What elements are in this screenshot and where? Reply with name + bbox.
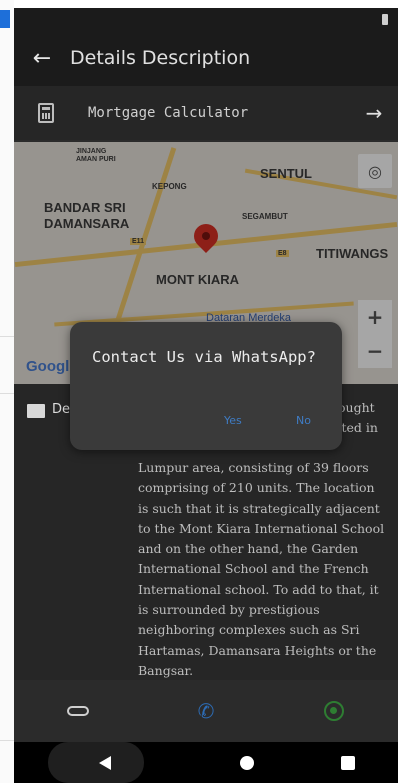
app-bar: ← Details Description [14, 30, 398, 86]
dialog-yes-button[interactable]: Yes [224, 414, 242, 427]
description-label: De [52, 402, 71, 417]
system-navigation-bar [14, 742, 398, 783]
whatsapp-button[interactable] [304, 691, 364, 731]
whatsapp-icon [324, 701, 344, 721]
back-arrow-icon[interactable]: ← [14, 30, 70, 86]
call-button[interactable]: ✆ [176, 691, 236, 731]
divider [0, 740, 14, 741]
phone-screen: ← Details Description Mortgage Calculato… [14, 8, 398, 783]
divider [0, 393, 14, 394]
calculator-icon [38, 103, 54, 123]
mortgage-calculator-label: Mortgage Calculator [88, 105, 249, 121]
whatsapp-confirm-dialog: Contact Us via WhatsApp? Yes No [70, 322, 342, 450]
battery-icon [382, 14, 388, 25]
arrow-right-icon[interactable]: → [350, 101, 398, 125]
nav-recents-icon [340, 755, 355, 770]
divider [0, 336, 14, 337]
nav-recents-button[interactable] [340, 755, 355, 770]
mortgage-calculator-row[interactable]: Mortgage Calculator → [14, 86, 398, 140]
page-title: Details Description [70, 47, 251, 69]
description-text: Lumpur area, consisting of 39 floors com… [138, 460, 385, 678]
description-partial-line: ought [338, 400, 375, 415]
nav-home-button[interactable] [239, 755, 254, 770]
nav-back-icon [99, 755, 112, 770]
dialog-title: Contact Us via WhatsApp? [92, 348, 316, 366]
nav-back-button[interactable] [57, 755, 153, 770]
phone-icon: ✆ [197, 699, 215, 723]
background-tab [0, 10, 10, 28]
dialog-no-button[interactable]: No [296, 414, 311, 427]
document-icon [27, 404, 45, 418]
nav-home-icon [239, 755, 254, 770]
share-link-button[interactable] [48, 691, 108, 731]
bottom-action-bar: ✆ [14, 680, 398, 742]
link-icon [67, 706, 89, 716]
background-window-strip [0, 0, 14, 783]
status-bar [14, 8, 398, 30]
